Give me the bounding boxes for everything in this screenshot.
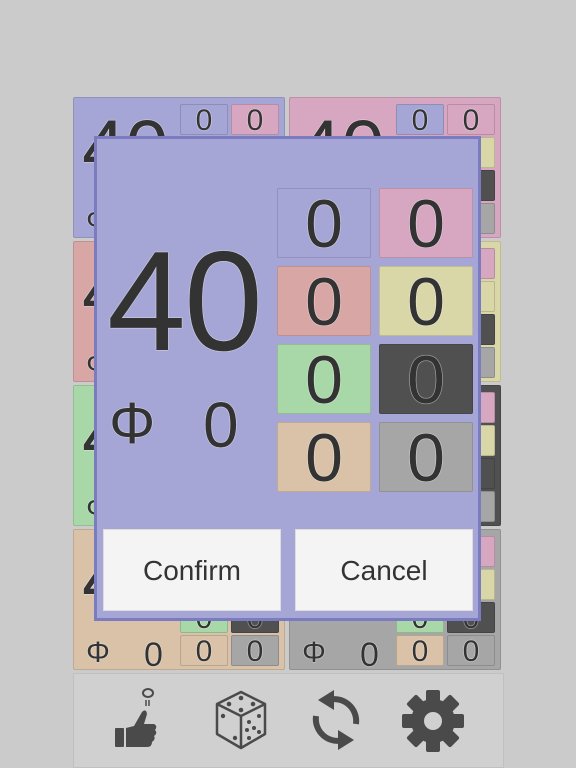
coin-flip-icon: [115, 688, 157, 747]
commander-damage-tan[interactable]: 0: [180, 635, 228, 667]
commander-damage-pink[interactable]: 0: [231, 104, 279, 136]
commander-damage-gray[interactable]: 0: [379, 422, 473, 493]
settings-button[interactable]: [401, 688, 465, 752]
edit-player-dialog: 40 Φ 0 00000000 Confirm Cancel: [94, 136, 481, 621]
commander-damage-red[interactable]: 0: [277, 266, 371, 337]
life-total[interactable]: 40: [107, 231, 263, 373]
commander-damage-pink[interactable]: 0: [379, 188, 473, 259]
dice-icon: [215, 690, 267, 750]
poison-counter[interactable]: 0: [144, 638, 163, 669]
commander-damage-green[interactable]: 0: [277, 344, 371, 415]
commander-damage-gray[interactable]: 0: [447, 635, 495, 667]
confirm-button[interactable]: Confirm: [103, 529, 281, 611]
poison-counter[interactable]: 0: [360, 638, 379, 669]
coin-flip-button[interactable]: [112, 688, 176, 752]
commander-damage-gray[interactable]: 0: [231, 635, 279, 667]
poison-counter[interactable]: 0: [203, 393, 239, 457]
commander-damage-blue[interactable]: 0: [180, 104, 228, 136]
toolbar: [73, 673, 504, 768]
dice-button[interactable]: [209, 688, 273, 752]
commander-damage-blue[interactable]: 0: [396, 104, 444, 136]
poison-icon: Φ: [302, 636, 326, 669]
reset-button[interactable]: [304, 688, 368, 752]
settings-icon: [402, 690, 464, 752]
commander-damage-dark[interactable]: 0: [379, 344, 473, 415]
commander-damage-blue[interactable]: 0: [277, 188, 371, 259]
cancel-button[interactable]: Cancel: [295, 529, 473, 611]
reset-icon: [312, 690, 360, 750]
poison-icon: Φ: [86, 636, 110, 669]
commander-damage-pink[interactable]: 0: [447, 104, 495, 136]
commander-damage-yellow[interactable]: 0: [379, 266, 473, 337]
poison-icon: Φ: [109, 391, 156, 456]
commander-damage-tan[interactable]: 0: [277, 422, 371, 493]
commander-damage-tan[interactable]: 0: [396, 635, 444, 667]
